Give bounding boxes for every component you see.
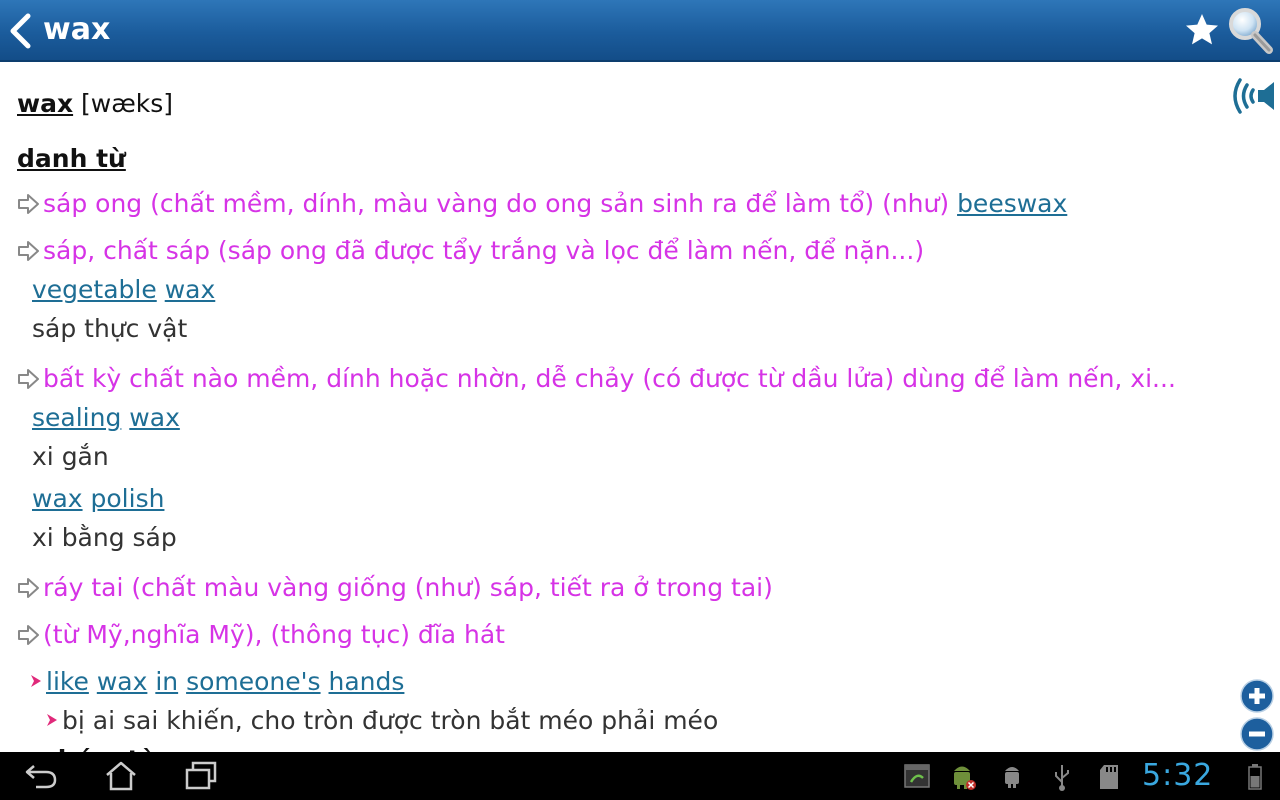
status-clock: 5:32 [1142,758,1214,793]
word-link[interactable]: sealing [32,403,121,432]
sense-arrow-icon [18,578,39,598]
example-phrase: sealing wax [32,402,180,434]
android-debug-icon [954,766,976,790]
idiom-bullet-icon [47,714,57,726]
part-of-speech: danh từ [17,144,126,173]
word-link[interactable]: someone's [186,667,320,696]
sense-text: sáp ong (chất mềm, dính, màu vàng do ong… [43,189,958,218]
sense-item: bất kỳ chất nào mềm, dính hoặc nhờn, dễ … [17,363,1176,395]
word-link[interactable]: wax [129,403,180,432]
word-link[interactable]: hands [329,667,405,696]
sense-arrow-icon [18,625,39,645]
example-phrase: vegetable wax [32,274,215,306]
sense-item: sáp ong (chất mềm, dính, màu vàng do ong… [17,188,1067,220]
example-translation: sáp thực vật [32,314,188,343]
zoom-out-button[interactable] [1240,717,1274,751]
sense-item: (từ Mỹ,nghĩa Mỹ), (thông tục) đĩa hát [17,619,505,651]
pronunciation: [wæks] [81,89,174,118]
example-translation: xi bằng sáp [32,523,177,552]
sd-card-icon [1100,765,1118,789]
example-translation: xi gắn [32,442,109,471]
sense-text: bất kỳ chất nào mềm, dính hoặc nhờn, dễ … [43,364,1176,393]
recent-apps-icon[interactable] [184,760,218,792]
sense-item: sáp, chất sáp (sáp ong đã được tẩy trắng… [17,235,924,267]
battery-icon [1248,764,1262,790]
word-link-beeswax[interactable]: beeswax [957,189,1067,218]
word-link[interactable]: polish [91,484,165,513]
word-link[interactable]: in [155,667,178,696]
word-link[interactable]: wax [97,667,148,696]
word-link[interactable]: wax [165,275,216,304]
headword-line: wax [wæks] [17,88,173,120]
sense-arrow-icon [18,241,39,261]
system-navigation-bar: 5:32 [0,752,1280,800]
example-phrase: wax polish [32,483,164,515]
back-arrow-icon[interactable] [6,12,34,50]
android-device-icon [1005,767,1019,788]
sense-text: sáp, chất sáp (sáp ong đã được tẩy trắng… [43,236,925,265]
word-link[interactable]: like [46,667,89,696]
sense-item: ráy tai (chất màu vàng giống (như) sáp, … [17,572,773,604]
idiom-bullet-icon [31,675,41,687]
idiom-phrase: like wax in someone's hands [30,666,404,698]
sense-text: (từ Mỹ,nghĩa Mỹ), (thông tục) đĩa hát [43,620,505,649]
word-link[interactable]: wax [32,484,83,513]
title-bar: wax [0,0,1280,62]
sense-text: ráy tai (chất màu vàng giống (như) sáp, … [43,573,773,602]
zoom-in-button[interactable] [1240,679,1274,713]
search-icon[interactable] [1226,5,1274,55]
sense-arrow-icon [18,194,39,214]
home-nav-icon[interactable] [104,760,138,792]
speaker-pronunciation-icon[interactable] [1228,74,1278,118]
back-nav-icon[interactable] [24,760,58,792]
page-title: wax [43,12,111,47]
headword: wax [17,89,74,118]
dictionary-content[interactable]: wax [wæks] danh từ sáp ong (chất mềm, dí… [0,64,1280,752]
idiom-translation-text: bị ai sai khiến, cho tròn được tròn bắt … [62,706,719,735]
favorite-star-icon[interactable] [1184,12,1220,48]
section-heading-clipped: nhóm từ [40,744,157,752]
idiom-translation: bị ai sai khiến, cho tròn được tròn bắt … [46,705,718,737]
sense-arrow-icon [18,369,39,389]
word-link[interactable]: vegetable [32,275,157,304]
usb-icon [1055,765,1069,791]
screenshot-notification-icon [904,764,930,788]
